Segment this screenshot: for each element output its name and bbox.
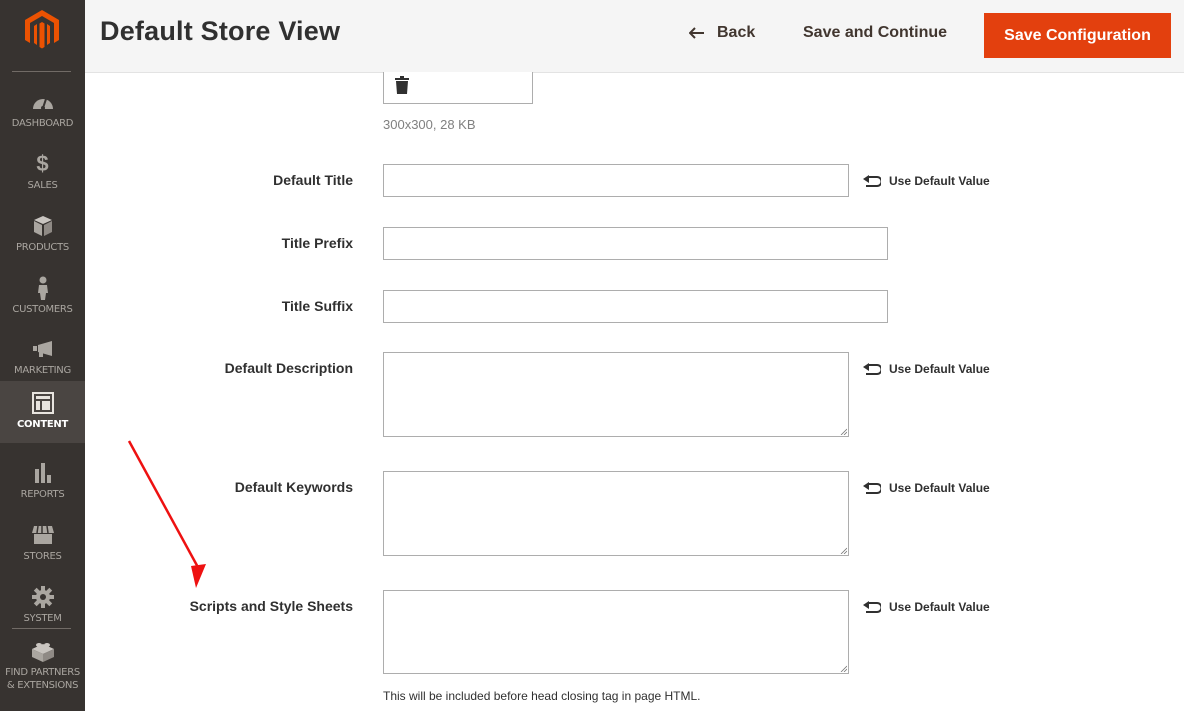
back-button-label: Back [717,24,756,41]
sidebar-item-label: REPORTS [20,489,65,500]
storefront-icon [0,523,85,547]
config-form: 300x300, 28 KB Default Title Use Default… [85,72,1184,711]
default-keywords-use-default[interactable]: Use Default Value [863,481,990,495]
default-keywords-label: Default Keywords [234,479,353,495]
sidebar-item-label: MARKETING [14,365,71,376]
sidebar-item-label: STORES [23,551,62,562]
scripts-style-sheets-label: Scripts and Style Sheets [189,598,353,614]
sidebar-item-system[interactable]: SYSTEM [0,579,85,641]
sidebar-item-label: DASHBOARD [11,118,74,129]
undo-icon [863,481,881,494]
sidebar-item-products[interactable]: PRODUCTS [0,208,85,270]
default-description-label: Default Description [224,360,353,376]
default-keywords-textarea[interactable] [383,471,849,556]
sidebar-item-label: & EXTENSIONS [6,680,79,691]
sidebar-divider [12,628,71,629]
bar-chart-icon [0,461,85,485]
sidebar-item-label: CUSTOMERS [12,304,73,315]
page-header: Default Store View Back Save and Continu… [85,0,1184,73]
sidebar-item-find-partners[interactable]: FIND PARTNERS & EXTENSIONS [0,638,85,708]
lego-brick-icon [0,640,85,664]
trash-icon[interactable] [395,76,409,94]
sidebar-item-label: SYSTEM [23,613,62,624]
gear-icon [0,585,85,609]
arrow-left-icon [689,27,704,39]
sidebar-item-dashboard[interactable]: DASHBOARD [0,84,85,146]
megaphone-icon [0,337,85,361]
use-default-label: Use Default Value [889,481,990,495]
back-button[interactable]: Back [689,24,755,42]
resize-handle-icon[interactable] [840,547,847,554]
dollar-icon: $ [36,151,49,176]
scripts-style-sheets-textarea[interactable] [383,590,849,674]
scripts-style-sheets-note: This will be included before head closin… [383,689,701,703]
undo-icon [863,362,881,375]
person-icon [0,276,85,300]
sidebar-item-label: PRODUCTS [16,242,69,253]
default-description-textarea[interactable] [383,352,849,437]
default-description-use-default[interactable]: Use Default Value [863,362,990,376]
undo-icon [863,174,881,187]
save-and-continue-button[interactable]: Save and Continue [803,24,947,42]
sidebar-item-customers[interactable]: CUSTOMERS [0,270,85,332]
default-title-label: Default Title [273,172,353,188]
resize-handle-icon[interactable] [840,428,847,435]
default-title-use-default[interactable]: Use Default Value [863,174,990,188]
sidebar-item-label: CONTENT [17,419,68,430]
box-icon [0,214,85,238]
undo-icon [863,600,881,613]
sidebar-item-reports[interactable]: REPORTS [0,455,85,517]
page-title: Default Store View [100,16,341,46]
use-default-label: Use Default Value [889,174,990,188]
sidebar-divider [12,71,71,72]
title-prefix-label: Title Prefix [281,235,353,251]
use-default-label: Use Default Value [889,362,990,376]
sidebar-item-sales[interactable]: $ SALES [0,146,85,208]
resize-handle-icon[interactable] [840,665,847,672]
image-preview-box [383,72,533,104]
sidebar-item-content[interactable]: CONTENT [0,381,85,443]
save-configuration-button[interactable]: Save Configuration [984,13,1171,58]
sidebar-item-stores[interactable]: STORES [0,517,85,579]
dashboard-icon [0,90,85,114]
sidebar-item-label: FIND PARTNERS [5,667,80,678]
image-meta: 300x300, 28 KB [383,117,476,132]
use-default-label: Use Default Value [889,600,990,614]
magento-logo[interactable] [25,10,59,50]
admin-sidebar: DASHBOARD $ SALES PRODUCTS CUSTOMERS MAR… [0,0,85,711]
sidebar-item-label: SALES [27,180,58,191]
title-suffix-input[interactable] [383,290,888,323]
title-suffix-label: Title Suffix [281,298,353,314]
layout-icon [0,391,85,415]
title-prefix-input[interactable] [383,227,888,260]
scripts-style-sheets-use-default[interactable]: Use Default Value [863,600,990,614]
default-title-input[interactable] [383,164,849,197]
